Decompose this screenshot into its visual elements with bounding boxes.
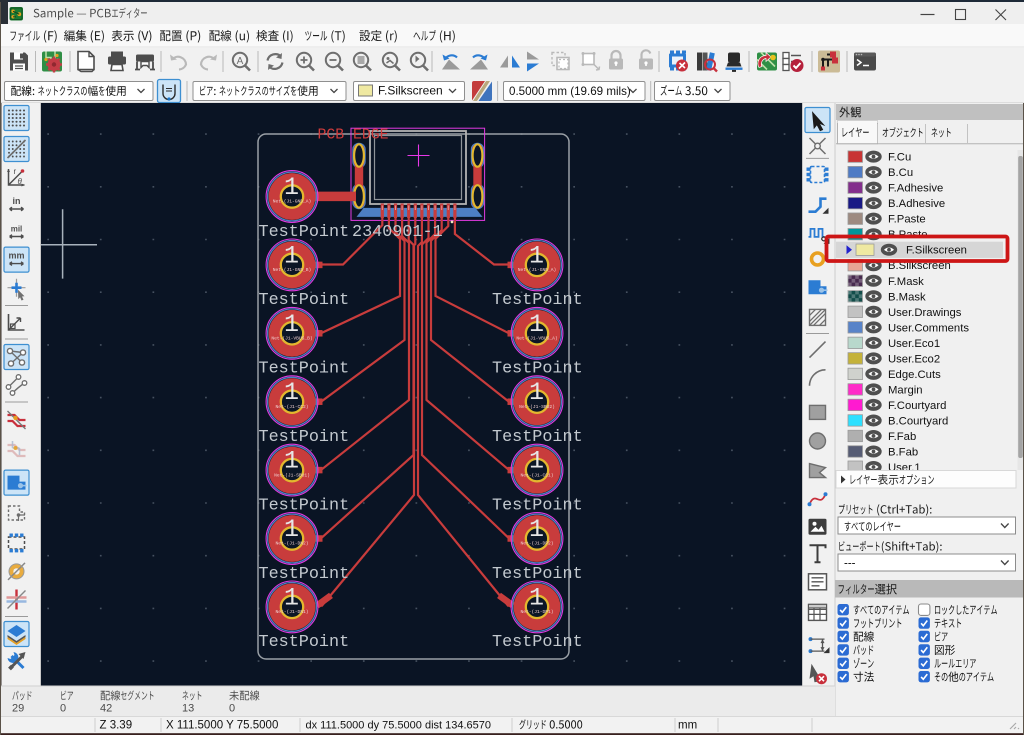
svg-text:1: 1 — [529, 310, 544, 339]
svg-text:1: 1 — [284, 378, 299, 407]
svg-text:TestPoint: TestPoint — [492, 496, 583, 515]
svg-text:Net-(J1-SBU2): Net-(J1-SBU2) — [519, 404, 555, 410]
svg-text:Net-(J1-VBUS_A): Net-(J1-VBUS_A) — [516, 336, 557, 342]
svg-text:B.Courtyard: B.Courtyard — [888, 415, 948, 427]
svg-text:1: 1 — [529, 241, 544, 270]
svg-text:dx 111.5000 dy 75.5000 dist: dx 111.5000 dy 75.5000 dist 134.6570 — [306, 720, 492, 732]
svg-text:1: 1 — [284, 173, 299, 202]
svg-text:in: in — [13, 196, 21, 206]
svg-text:A: A — [237, 56, 244, 67]
svg-text:TestPoint: TestPoint — [259, 633, 350, 652]
svg-text:1: 1 — [529, 583, 544, 612]
svg-text:B.Cu: B.Cu — [888, 167, 913, 179]
svg-text:TestPoint: TestPoint — [259, 565, 350, 584]
svg-text:0: 0 — [60, 703, 66, 715]
svg-text:F.Courtyard: F.Courtyard — [888, 400, 946, 412]
svg-text:PCB EDGE: PCB EDGE — [318, 128, 389, 144]
svg-text:B.Adhesive: B.Adhesive — [888, 198, 945, 210]
svg-text:1: 1 — [284, 310, 299, 339]
svg-text:13: 13 — [182, 703, 194, 715]
svg-text:Margin: Margin — [888, 384, 923, 396]
svg-text:1: 1 — [284, 447, 299, 476]
svg-text:mm: mm — [678, 720, 697, 732]
svg-text:Net-(J1-GND_A): Net-(J1-GND_A) — [273, 199, 312, 205]
svg-text:1: 1 — [284, 241, 299, 270]
svg-text:Net-(J1-SBU1): Net-(J1-SBU1) — [274, 472, 310, 478]
svg-text:F.Silkscreen: F.Silkscreen — [378, 84, 443, 98]
svg-text:Net-(J1-VBUS_B): Net-(J1-VBUS_B) — [271, 336, 312, 342]
svg-text:θ: θ — [18, 177, 23, 186]
svg-text:F.Paste: F.Paste — [888, 214, 926, 226]
svg-text:TestPoint: TestPoint — [259, 223, 350, 242]
svg-text:2340901-1: 2340901-1 — [352, 223, 443, 242]
svg-text:29: 29 — [12, 703, 24, 715]
svg-text:Net-(J1-DP2): Net-(J1-DP2) — [520, 541, 553, 547]
svg-text:TestPoint: TestPoint — [259, 291, 350, 310]
svg-text:Edge.Cuts: Edge.Cuts — [888, 369, 941, 381]
svg-text:0.5000 mm (19.69 mils): 0.5000 mm (19.69 mils) — [509, 85, 631, 98]
svg-text:User.Eco1: User.Eco1 — [888, 338, 940, 350]
svg-text:0: 0 — [229, 703, 235, 715]
svg-text:mm: mm — [8, 251, 24, 261]
svg-text:mil: mil — [11, 225, 23, 234]
svg-text:TestPoint: TestPoint — [492, 633, 583, 652]
svg-text:User.Comments: User.Comments — [888, 322, 969, 334]
svg-text:B.Fab: B.Fab — [888, 446, 918, 458]
svg-text:F.Fab: F.Fab — [888, 431, 916, 443]
svg-text:Net-(J1-GND_B): Net-(J1-GND_B) — [273, 267, 312, 273]
svg-text:1: 1 — [529, 515, 544, 544]
svg-text:B.Mask: B.Mask — [888, 291, 926, 303]
svg-text:Net-(J1-DN1): Net-(J1-DN1) — [275, 609, 308, 615]
svg-text:TestPoint: TestPoint — [259, 496, 350, 515]
svg-text:1: 1 — [284, 583, 299, 612]
svg-text:TestPoint: TestPoint — [492, 565, 583, 584]
svg-text:r: r — [14, 167, 17, 176]
svg-text:42: 42 — [100, 703, 112, 715]
svg-text:1: 1 — [529, 447, 544, 476]
svg-text:User.Eco2: User.Eco2 — [888, 353, 940, 365]
svg-text:Z 3.39: Z 3.39 — [100, 720, 133, 732]
svg-text:TestPoint: TestPoint — [259, 360, 350, 379]
svg-text:Net-(J1-DP1): Net-(J1-DP1) — [520, 609, 553, 615]
svg-text:F.Cu: F.Cu — [888, 152, 911, 164]
svg-text:TestPoint: TestPoint — [492, 360, 583, 379]
svg-text:1: 1 — [284, 515, 299, 544]
svg-text:Net-(J1-GND_A): Net-(J1-GND_A) — [518, 267, 557, 273]
svg-text:TestPoint: TestPoint — [492, 428, 583, 447]
svg-text:TestPoint: TestPoint — [492, 291, 583, 310]
svg-text:Net-(J1-DN2): Net-(J1-DN2) — [275, 541, 308, 547]
svg-text:---: --- — [844, 558, 856, 570]
svg-text:Net-(J1-CC1): Net-(J1-CC1) — [520, 472, 553, 478]
svg-text:F.Adhesive: F.Adhesive — [888, 183, 943, 195]
svg-text:X 111.5000 Y 75.5000: X 111.5000 Y 75.5000 — [166, 720, 278, 732]
svg-text:Net-(J1-CC2): Net-(J1-CC2) — [275, 404, 308, 410]
svg-text:F.Silkscreen: F.Silkscreen — [906, 245, 967, 257]
svg-text:1: 1 — [529, 378, 544, 407]
svg-text:TestPoint: TestPoint — [259, 428, 350, 447]
svg-text:User.Drawings: User.Drawings — [888, 307, 962, 319]
svg-text:F.Mask: F.Mask — [888, 276, 924, 288]
